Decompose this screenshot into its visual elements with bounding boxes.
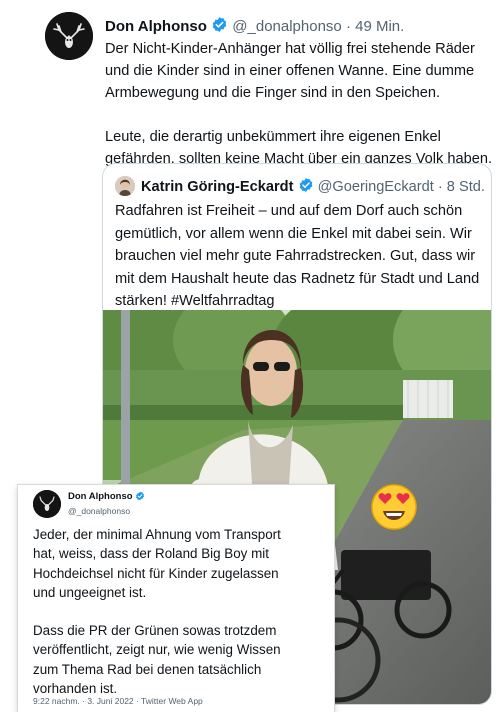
text-line: veröffentlicht, zeigt nur, wie wenig Wis… (33, 642, 281, 658)
text-line: Hochdeichsel nicht für Kinder zugelassen (33, 565, 279, 581)
quoted-tweet-time: 8 Std. (446, 179, 485, 195)
verified-badge-icon (298, 177, 314, 198)
text-line: hat, weiss, dass der Roland Big Boy mit (33, 546, 269, 562)
reply-header: Don Alphonso @_donalphonso (68, 491, 145, 517)
text-line: Der Nicht-Kinder-Anhänger hat völlig fre… (105, 41, 475, 57)
tweet-text: Der Nicht-Kinder-Anhänger hat völlig fre… (105, 38, 497, 170)
quoted-tweet-text: Radfahren ist Freiheit – und auf dem Dor… (115, 200, 487, 313)
verified-badge-icon (211, 16, 228, 38)
separator-dot: · (437, 179, 443, 195)
quoted-tweet-header: Katrin Göring-Eckardt @GoeringEckardt · … (141, 177, 485, 198)
author-name[interactable]: Don Alphonso (105, 18, 207, 35)
text-line: Armbewegung und die Finger sind in den S… (105, 85, 441, 101)
verified-badge-icon (135, 491, 145, 505)
text-line: gemütlich, vor allem wenn die Enkel mit … (115, 225, 472, 242)
text-line: und die Kinder sind in einer offenen Wan… (105, 63, 475, 79)
tweet-header: Don Alphonso @_donalphonso · 49 Min. (105, 16, 404, 38)
text-line: Radfahren ist Freiheit – und auf dem Dor… (115, 203, 463, 219)
author-handle[interactable]: @_donalphonso (232, 18, 341, 35)
text-line: und ungeeignet ist. (33, 584, 147, 600)
author-avatar[interactable] (45, 12, 93, 60)
text-line: brauchen viel mehr gute Fahrradstrecken.… (115, 248, 476, 264)
text-line: mit dem Haushalt heute das Radnetz für S… (115, 270, 480, 287)
quoted-author-avatar (115, 176, 135, 196)
text-line: Jeder, der minimal Ahnung vom Transport (33, 527, 281, 542)
text-line: Leute, die derartig unbekümmert ihre eig… (105, 129, 441, 145)
quoted-author-name: Katrin Göring-Eckardt (141, 179, 294, 195)
text-line: zum Thema Rad bei denen tatsächlich (33, 661, 262, 677)
deer-skull-icon (45, 12, 93, 60)
reply-tweet-screenshot: Don Alphonso @_donalphonso Jeder, der mi… (18, 485, 334, 712)
separator-dot: · (345, 18, 351, 35)
person-avatar-icon (115, 176, 135, 196)
text-line: Dass die PR der Grünen sowas trotzdem (33, 623, 277, 639)
reply-author-handle: @_donalphonso (68, 506, 131, 516)
quoted-author-handle: @GoeringEckardt (317, 179, 434, 195)
reply-author-avatar (33, 490, 61, 518)
reply-footer: 9:22 nachm. · 3. Juni 2022 · Twitter Web… (33, 696, 203, 706)
tweet-card: Don Alphonso @_donalphonso · 49 Min. Der… (0, 0, 500, 712)
reply-text: Jeder, der minimal Ahnung vom Transport … (33, 525, 328, 698)
deer-skull-icon (33, 490, 61, 518)
tweet-time[interactable]: 49 Min. (355, 18, 404, 35)
reply-author-name: Don Alphonso (68, 491, 133, 502)
heart-eyes-emoji-icon (370, 483, 418, 531)
